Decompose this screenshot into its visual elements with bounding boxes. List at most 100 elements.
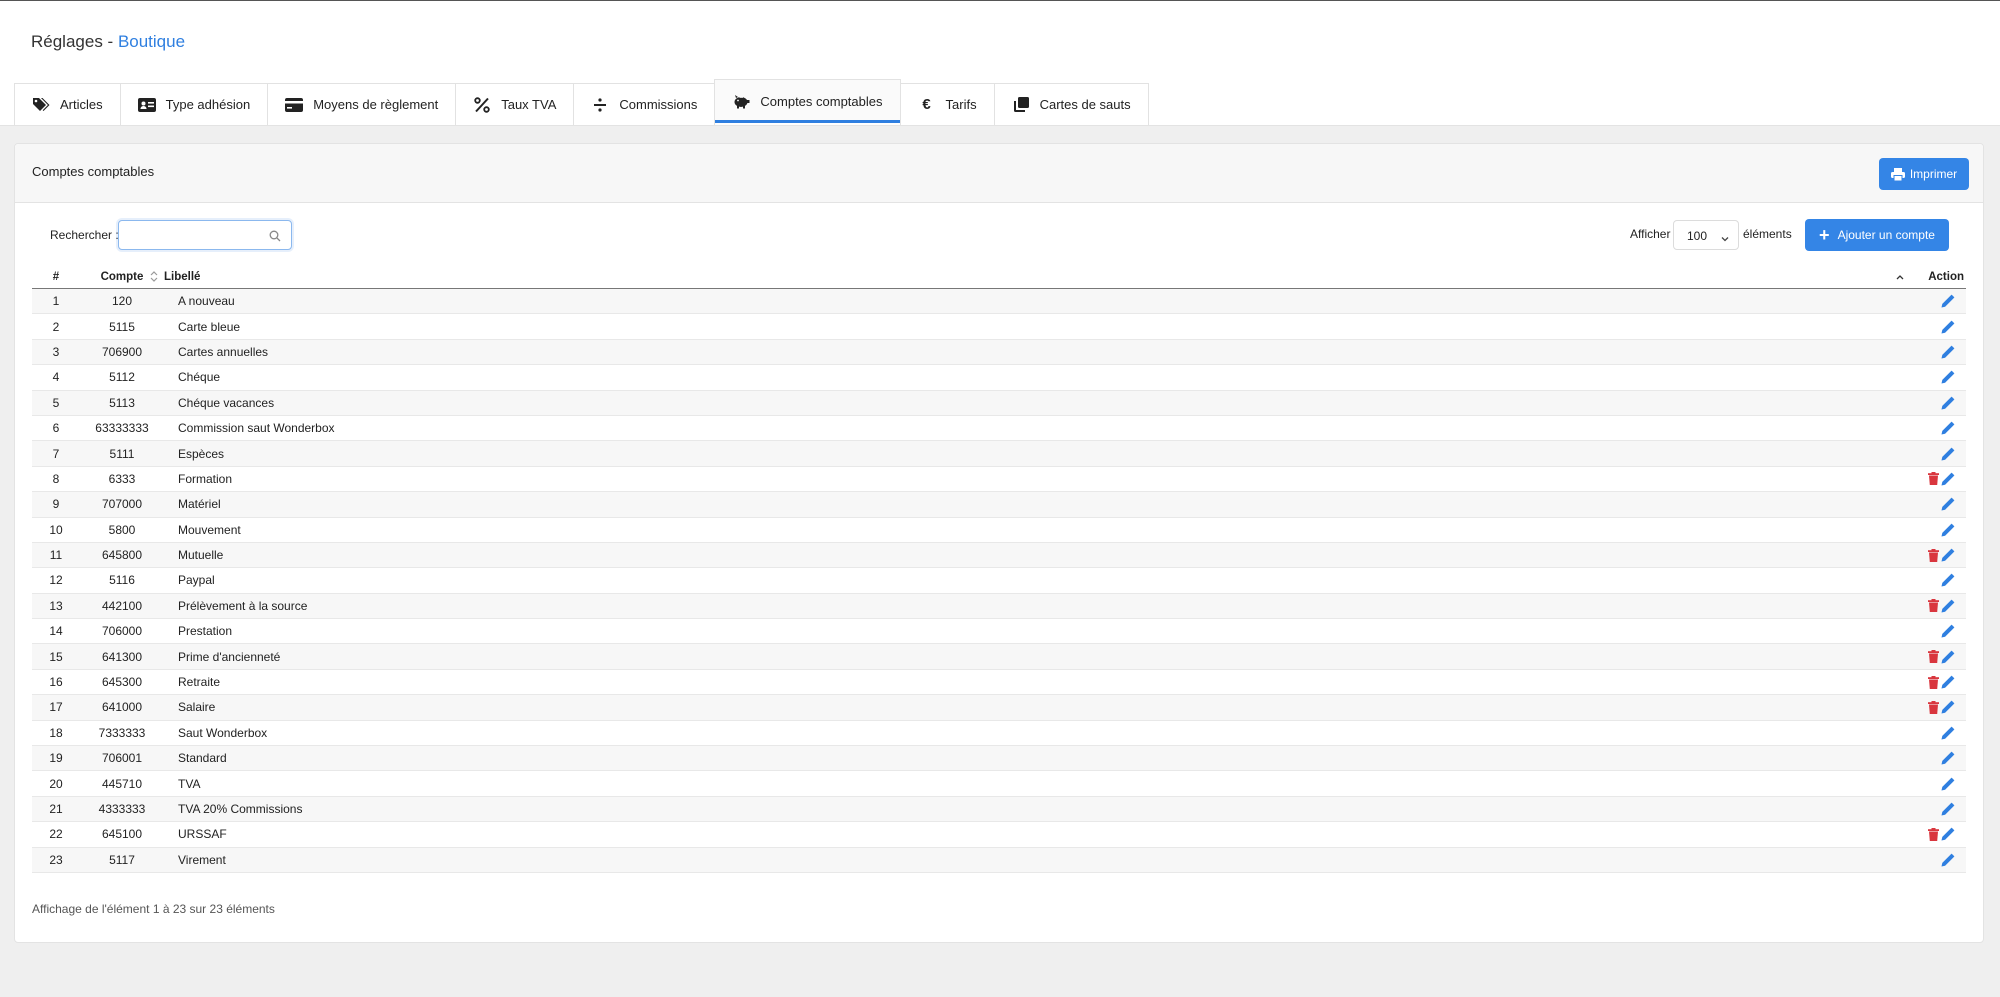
print-button[interactable]: Imprimer [1879, 158, 1969, 190]
account-label: Mutuelle [164, 542, 1904, 569]
row-number: 21 [32, 796, 80, 823]
euro-icon: € [922, 96, 931, 113]
table-row: 9 707000 Matériel [32, 491, 1966, 518]
column-header-num[interactable]: # [32, 266, 80, 289]
plus-icon: + [1819, 225, 1830, 245]
row-actions [1904, 288, 1966, 315]
page-title-section[interactable]: Boutique [118, 32, 185, 51]
edit-pencil-icon[interactable] [1941, 726, 1955, 740]
row-actions [1904, 517, 1966, 543]
tab-label: Moyens de règlement [313, 97, 439, 112]
account-number: 7333333 [80, 720, 164, 747]
sort-ascending-icon [1896, 271, 1904, 283]
trash-icon[interactable] [1926, 650, 1940, 664]
account-number: 645800 [80, 542, 164, 569]
table-row: 19 706001 Standard [32, 745, 1966, 772]
chevron-down-icon [1721, 231, 1729, 245]
edit-pencil-icon[interactable] [1941, 573, 1955, 587]
edit-pencil-icon[interactable] [1941, 777, 1955, 791]
trash-icon[interactable] [1926, 700, 1940, 714]
table-row: 22 645100 URSSAF [32, 821, 1966, 848]
row-number: 12 [32, 567, 80, 594]
trash-icon[interactable] [1926, 827, 1940, 841]
table-row: 15 641300 Prime d'ancienneté [32, 643, 1966, 670]
row-number: 2 [32, 313, 80, 340]
row-number: 3 [32, 339, 80, 366]
row-actions [1904, 415, 1966, 442]
account-label: Paypal [164, 567, 1904, 594]
trash-icon[interactable] [1926, 472, 1940, 486]
edit-pencil-icon[interactable] [1941, 497, 1955, 511]
account-number: 645300 [80, 669, 164, 696]
row-actions [1904, 364, 1966, 391]
table-row: 14 706000 Prestation [32, 618, 1966, 645]
trash-icon[interactable] [1926, 548, 1940, 562]
row-number: 1 [32, 288, 80, 315]
edit-pencil-icon[interactable] [1941, 675, 1955, 689]
trash-icon[interactable] [1926, 675, 1940, 689]
edit-pencil-icon[interactable] [1941, 700, 1955, 714]
edit-pencil-icon[interactable] [1941, 853, 1955, 867]
edit-pencil-icon[interactable] [1941, 523, 1955, 537]
edit-pencil-icon[interactable] [1941, 370, 1955, 384]
edit-pencil-icon[interactable] [1941, 751, 1955, 765]
table-row: 4 5112 Chéque [32, 364, 1966, 391]
edit-pencil-icon[interactable] [1941, 599, 1955, 613]
edit-pencil-icon[interactable] [1941, 802, 1955, 816]
edit-pencil-icon[interactable] [1941, 472, 1955, 486]
tab-label: Commissions [619, 97, 698, 112]
edit-pencil-icon[interactable] [1941, 447, 1955, 461]
tab-articles[interactable]: Articles [14, 83, 121, 125]
trash-icon[interactable] [1926, 599, 1940, 613]
clone-icon [1012, 96, 1030, 114]
row-actions [1904, 847, 1966, 873]
account-label: Commission saut Wonderbox [164, 415, 1904, 442]
account-number: 5112 [80, 364, 164, 391]
account-number: 641000 [80, 694, 164, 721]
table-row: 13 442100 Prélèvement à la source [32, 593, 1966, 620]
search-field[interactable] [118, 220, 292, 250]
table-row: 21 4333333 TVA 20% Commissions [32, 796, 1966, 823]
row-actions [1904, 567, 1966, 594]
account-label: Chéque vacances [164, 390, 1904, 416]
row-actions [1904, 720, 1966, 747]
account-number: 641300 [80, 643, 164, 670]
edit-pencil-icon[interactable] [1941, 294, 1955, 308]
tab-label: Taux TVA [501, 97, 557, 112]
tab-commissions[interactable]: Commissions [573, 83, 716, 125]
tab-cartes-de-sauts[interactable]: Cartes de sauts [993, 83, 1149, 125]
table-row: 8 6333 Formation [32, 466, 1966, 493]
tab-taux-tva[interactable]: Taux TVA [455, 83, 575, 125]
column-header-libelle[interactable]: Libellé [164, 266, 1904, 289]
column-header-compte[interactable]: Compte [80, 266, 164, 289]
account-number: 645100 [80, 821, 164, 848]
table-row: 5 5113 Chéque vacances [32, 390, 1966, 416]
account-label: Formation [164, 466, 1904, 493]
tab-comptes-comptables[interactable]: Comptes comptables [714, 79, 901, 123]
tags-icon [32, 96, 50, 114]
edit-pencil-icon[interactable] [1941, 548, 1955, 562]
edit-pencil-icon[interactable] [1941, 650, 1955, 664]
edit-pencil-icon[interactable] [1941, 320, 1955, 334]
page-size-select[interactable]: 100 [1673, 220, 1739, 250]
edit-pencil-icon[interactable] [1941, 396, 1955, 410]
credit-card-icon [285, 96, 304, 114]
row-number: 22 [32, 821, 80, 848]
table-row: 10 5800 Mouvement [32, 517, 1966, 543]
row-actions [1904, 618, 1966, 645]
row-number: 4 [32, 364, 80, 391]
row-number: 6 [32, 415, 80, 442]
search-input[interactable] [125, 222, 269, 250]
account-label: Virement [164, 847, 1904, 873]
edit-pencil-icon[interactable] [1941, 624, 1955, 638]
row-actions [1904, 313, 1966, 340]
row-actions [1904, 821, 1966, 848]
edit-pencil-icon[interactable] [1941, 345, 1955, 359]
row-actions [1904, 390, 1966, 416]
tab-tarifs[interactable]: € Tarifs [899, 83, 995, 125]
tab-type-adhesion[interactable]: Type adhésion [119, 83, 269, 125]
add-account-button[interactable]: + Ajouter un compte [1805, 219, 1949, 251]
tab-moyens-reglement[interactable]: Moyens de règlement [267, 83, 457, 125]
edit-pencil-icon[interactable] [1941, 421, 1955, 435]
edit-pencil-icon[interactable] [1941, 827, 1955, 841]
